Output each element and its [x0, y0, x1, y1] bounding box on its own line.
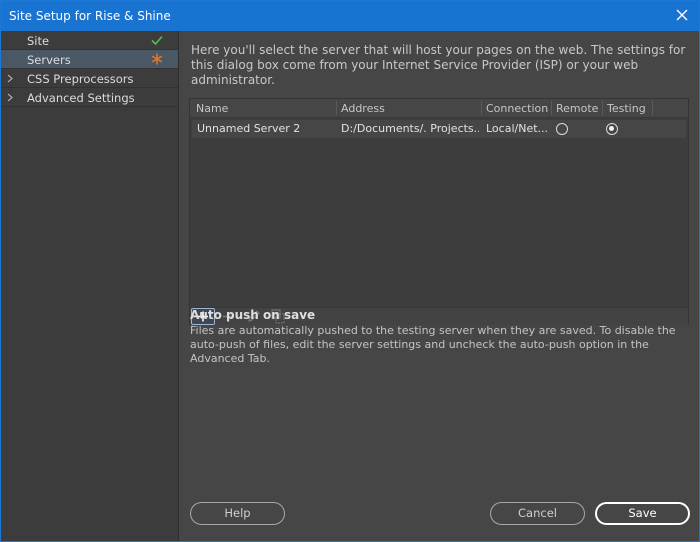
- column-divider[interactable]: [551, 101, 552, 115]
- chevron-right-icon: [7, 93, 13, 102]
- server-connection-cell: Local/Net...: [486, 122, 549, 135]
- column-header-address[interactable]: Address: [341, 102, 385, 115]
- column-divider[interactable]: [652, 101, 653, 115]
- column-header-testing[interactable]: Testing: [607, 102, 646, 115]
- server-name-cell: Unnamed Server 2: [197, 122, 301, 135]
- intro-text: Here you'll select the server that will …: [191, 43, 686, 87]
- sidebar-item-label: Advanced Settings: [27, 91, 135, 105]
- sidebar-item-label: Site: [27, 34, 50, 48]
- column-divider[interactable]: [336, 101, 337, 115]
- chevron-right-icon: [7, 74, 13, 83]
- column-divider[interactable]: [481, 101, 482, 115]
- dialog-title: Site Setup for Rise & Shine: [9, 9, 171, 23]
- auto-push-title: Auto push on save: [190, 308, 316, 322]
- check-icon: [151, 35, 163, 46]
- cancel-button[interactable]: Cancel: [490, 502, 585, 525]
- main-panel: Here you'll select the server that will …: [180, 31, 699, 541]
- save-button[interactable]: Save: [595, 502, 690, 525]
- column-header-name[interactable]: Name: [196, 102, 228, 115]
- asterisk-icon: [151, 53, 163, 65]
- sidebar-item-label: CSS Preprocessors: [27, 72, 134, 86]
- server-address-cell: D:/Documents/. Projects...: [341, 122, 479, 135]
- sidebar-item-label: Servers: [27, 53, 71, 67]
- auto-push-description: Files are automatically pushed to the te…: [190, 324, 676, 365]
- sidebar-item-servers[interactable]: Servers: [1, 50, 178, 69]
- title-bar: Site Setup for Rise & Shine: [1, 1, 699, 31]
- column-header-remote[interactable]: Remote: [556, 102, 598, 115]
- remote-radio[interactable]: [556, 123, 568, 135]
- sidebar-item-css-preprocessors[interactable]: CSS Preprocessors: [1, 69, 178, 88]
- sidebar: Site Servers CSS Preprocessors Advanced …: [1, 31, 179, 541]
- table-header: Name Address Connection Remote Testing: [190, 99, 688, 118]
- help-button[interactable]: Help: [190, 502, 285, 525]
- site-setup-dialog: Site Setup for Rise & Shine Site Servers…: [0, 0, 700, 542]
- column-divider[interactable]: [602, 101, 603, 115]
- server-table: Name Address Connection Remote Testing U…: [189, 98, 689, 325]
- sidebar-item-site[interactable]: Site: [1, 31, 178, 50]
- close-icon[interactable]: [673, 6, 691, 24]
- table-row[interactable]: Unnamed Server 2 D:/Documents/. Projects…: [192, 120, 686, 138]
- column-header-connection[interactable]: Connection: [486, 102, 548, 115]
- testing-radio[interactable]: [606, 123, 618, 135]
- sidebar-item-advanced-settings[interactable]: Advanced Settings: [1, 88, 178, 107]
